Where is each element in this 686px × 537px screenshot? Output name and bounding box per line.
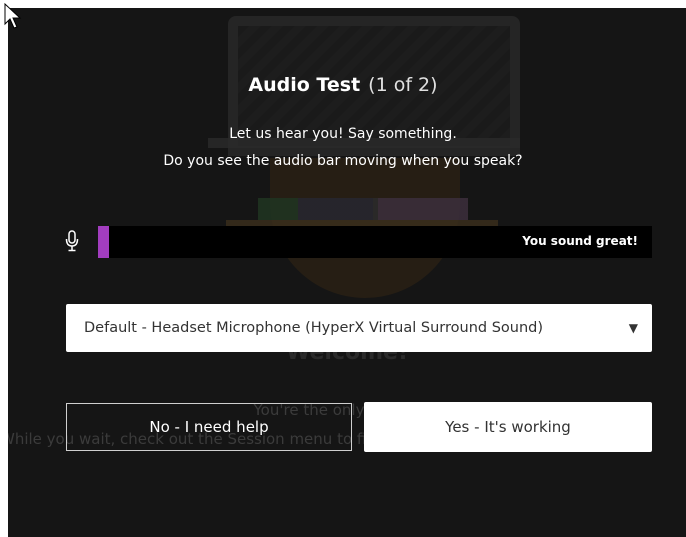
background-books-illustration (258, 198, 468, 220)
audio-status-text: You sound great! (522, 234, 638, 248)
chevron-down-icon: ▼ (628, 321, 638, 335)
need-help-button[interactable]: No - I need help (66, 403, 352, 451)
audio-meter-row: You sound great! (64, 226, 652, 258)
dialog-title-row: Audio Test (1 of 2) (0, 74, 686, 96)
dialog-title: Audio Test (248, 74, 361, 96)
audio-working-button[interactable]: Yes - It's working (364, 402, 652, 452)
microphone-icon (65, 230, 79, 252)
dialog-prompt-line2: Do you see the audio bar moving when you… (163, 153, 523, 169)
microphone-device-selected: Default - Headset Microphone (HyperX Vir… (84, 320, 544, 336)
dialog-step: (1 of 2) (368, 74, 438, 96)
dialog-prompt-line1: Let us hear you! Say something. (229, 126, 457, 142)
microphone-device-select[interactable]: Default - Headset Microphone (HyperX Vir… (66, 304, 652, 352)
audio-level-meter: You sound great! (98, 226, 652, 258)
audio-level-fill (98, 226, 109, 258)
mouse-cursor-icon (4, 2, 22, 29)
